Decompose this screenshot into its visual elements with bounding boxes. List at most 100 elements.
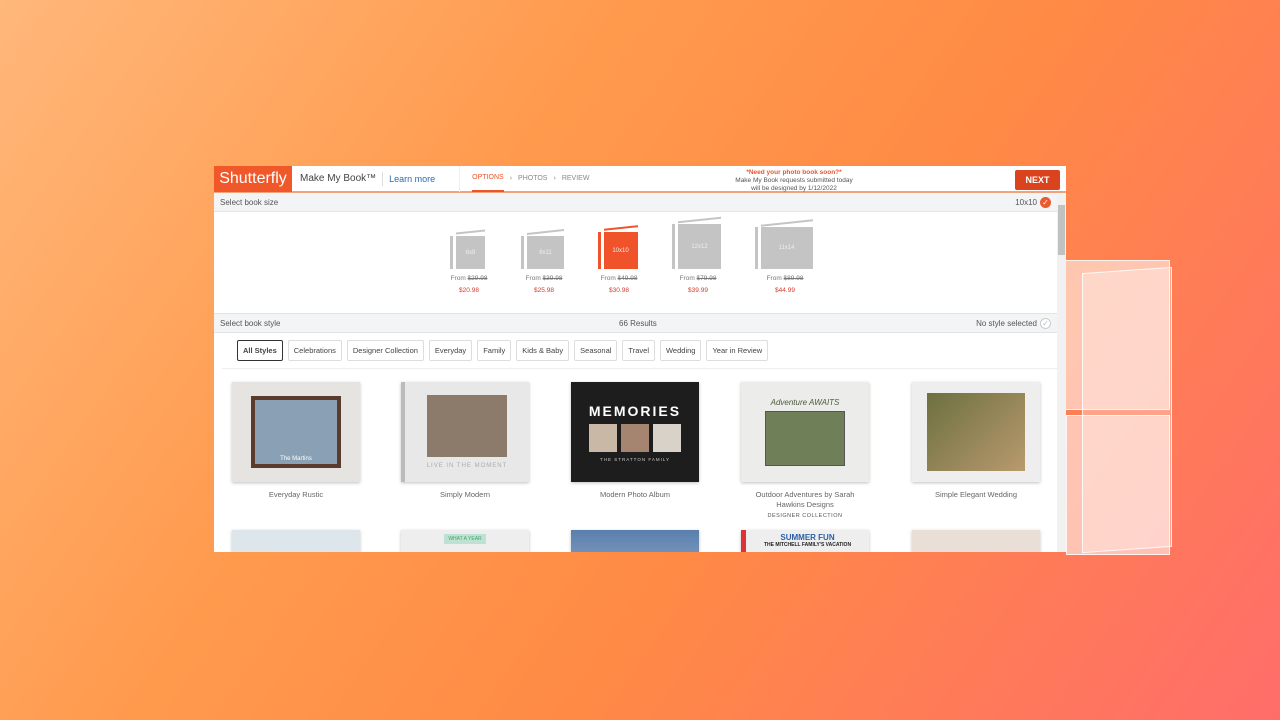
style-card[interactable]: SUMMER FUN THE MITCHELL FAMILY'S VACATION (741, 530, 869, 552)
style-filters: All Styles Celebrations Designer Collect… (222, 333, 1058, 369)
cover-photo (765, 411, 845, 466)
scrollbar-thumb[interactable] (1058, 205, 1065, 255)
style-bar-label: Select book style (220, 318, 281, 328)
cover-subtext: THE MITCHELL FAMILY'S VACATION (763, 542, 852, 548)
filter-travel[interactable]: Travel (622, 340, 655, 361)
price: $30.98 (609, 287, 629, 294)
size-label: 10x10 (612, 247, 629, 254)
filter-celebrations[interactable]: Celebrations (287, 340, 342, 361)
style-card[interactable]: WHAT A YEAR (401, 530, 529, 552)
chevron-right-icon: › (553, 175, 556, 182)
card-title: Outdoor Adventures by Sarah Hawkins Desi… (755, 490, 855, 509)
cover-image (912, 530, 1040, 552)
size-option-10x10[interactable]: 10x10 From $49.98 $30.98 (594, 232, 644, 294)
header: Shutterfly Make My Book™ Learn more OPTI… (214, 166, 1066, 193)
from-label: From (525, 275, 541, 282)
old-price: $89.98 (783, 275, 804, 282)
cover-image: Adventure AWAITS (741, 382, 869, 482)
style-bar: Select book style 66 Results No style se… (214, 314, 1066, 333)
filter-wedding[interactable]: Wedding (659, 340, 702, 361)
style-card[interactable] (571, 530, 699, 552)
cover-image: The Martins (232, 382, 360, 482)
book-icon: 8x8 (453, 236, 485, 269)
size-bar: Select book size 10x10 ✓ (214, 193, 1066, 212)
style-status: No style selected (976, 318, 1037, 328)
price: $44.99 (775, 287, 795, 294)
size-option-11x14[interactable]: 11x14 From $89.98 $44.99 (754, 227, 816, 294)
chevron-right-icon: › (509, 175, 513, 182)
style-card[interactable]: Simple Elegant Wedding (912, 382, 1040, 500)
book-icon: 11x14 (757, 227, 813, 269)
cover-image: LIVE IN THE MOMENT (401, 382, 529, 482)
check-icon: ✓ (1040, 317, 1051, 329)
delivery-notice: *Need your photo book soon?* Make My Boo… (714, 169, 874, 193)
cover-image: WHAT A YEAR (401, 530, 529, 552)
card-title: Simply Modern (439, 490, 491, 499)
book-icon: 10x10 (600, 232, 638, 269)
old-price: $39.98 (542, 275, 563, 282)
from-label: From (679, 275, 695, 282)
filter-designer-collection[interactable]: Designer Collection (346, 340, 424, 361)
style-card[interactable]: Adventure AWAITS Outdoor Adventures by S… (741, 382, 869, 519)
from-label: From (766, 275, 782, 282)
style-card[interactable] (232, 530, 360, 552)
app-window: Shutterfly Make My Book™ Learn more OPTI… (214, 166, 1066, 552)
cover-text: The Martins (251, 396, 341, 468)
cover-image: MEMORIES THE STRATTON FAMILY (571, 382, 699, 482)
results-count: 66 Results (619, 318, 657, 328)
cover-subtext: THE STRATTON FAMILY (599, 456, 670, 462)
from-label: From (600, 275, 616, 282)
card-title: Modern Photo Album (599, 490, 671, 499)
filter-family[interactable]: Family (477, 340, 512, 361)
shutterfly-logo[interactable]: Shutterfly (214, 166, 292, 192)
cover-text: WHAT A YEAR (444, 534, 486, 544)
cover-image (571, 530, 699, 552)
size-option-12x12[interactable]: 12x12 From $79.98 $39.99 (672, 224, 724, 294)
old-price: $49.98 (617, 275, 638, 282)
old-price: $79.98 (696, 275, 717, 282)
next-button[interactable]: NEXT (1015, 170, 1060, 190)
step-review[interactable]: REVIEW (562, 175, 590, 182)
size-option-8x8[interactable]: 8x8 From $29.98 $20.98 (444, 236, 494, 294)
style-card[interactable] (912, 530, 1040, 552)
style-card[interactable]: The Martins Everyday Rustic (232, 382, 360, 500)
size-option-8x11[interactable]: 8x11 From $39.98 $25.98 (518, 236, 570, 294)
size-options: 8x8 From $29.98 $20.98 8x11 From $39.98 $25.… (214, 212, 1066, 314)
style-card[interactable]: MEMORIES THE STRATTON FAMILY Modern Photo… (571, 382, 699, 500)
cover-text: LIVE IN THE MOMENT (426, 463, 508, 469)
cover-text: Adventure AWAITS (770, 398, 840, 407)
step-options[interactable]: OPTIONS (472, 166, 504, 192)
book-icon: 8x11 (524, 236, 564, 269)
filter-seasonal[interactable]: Seasonal (574, 340, 618, 361)
size-label: 8x11 (539, 249, 552, 256)
cover-text: MEMORIES (588, 402, 682, 419)
filter-all-styles[interactable]: All Styles (237, 340, 283, 361)
filter-everyday[interactable]: Everyday (428, 340, 473, 361)
cover-image (912, 382, 1040, 482)
cover-photo (927, 393, 1025, 471)
notice-title: *Need your photo book soon?* (746, 169, 842, 176)
divider (382, 171, 384, 186)
scrollbar[interactable] (1057, 195, 1066, 552)
card-title: Everyday Rustic (268, 490, 324, 499)
size-bar-label: Select book size (220, 197, 279, 207)
filter-year-in-review[interactable]: Year in Review (706, 340, 769, 361)
designer-badge: DESIGNER COLLECTION (767, 513, 843, 519)
card-title: Simple Elegant Wedding (935, 490, 1017, 499)
selected-size: 10x10 (1015, 197, 1037, 207)
cover-photo (427, 395, 507, 457)
from-label: From (450, 275, 466, 282)
learn-more-link[interactable]: Learn more (389, 174, 435, 184)
cover-image (232, 530, 360, 552)
price: $20.98 (459, 287, 479, 294)
size-label: 11x14 (778, 245, 795, 251)
cover-text: SUMMER FUN (780, 533, 835, 542)
step-breadcrumb: OPTIONS › PHOTOS › REVIEW (459, 166, 589, 192)
size-label: 12x12 (691, 243, 708, 250)
style-card[interactable]: LIVE IN THE MOMENT Simply Modern (401, 382, 529, 500)
notice-line: will be designed by 1/12/2022 (751, 185, 837, 192)
old-price: $29.98 (467, 275, 488, 282)
step-photos[interactable]: PHOTOS (518, 175, 547, 182)
decorative-pages (1062, 250, 1177, 560)
filter-kids-baby[interactable]: Kids & Baby (516, 340, 570, 361)
